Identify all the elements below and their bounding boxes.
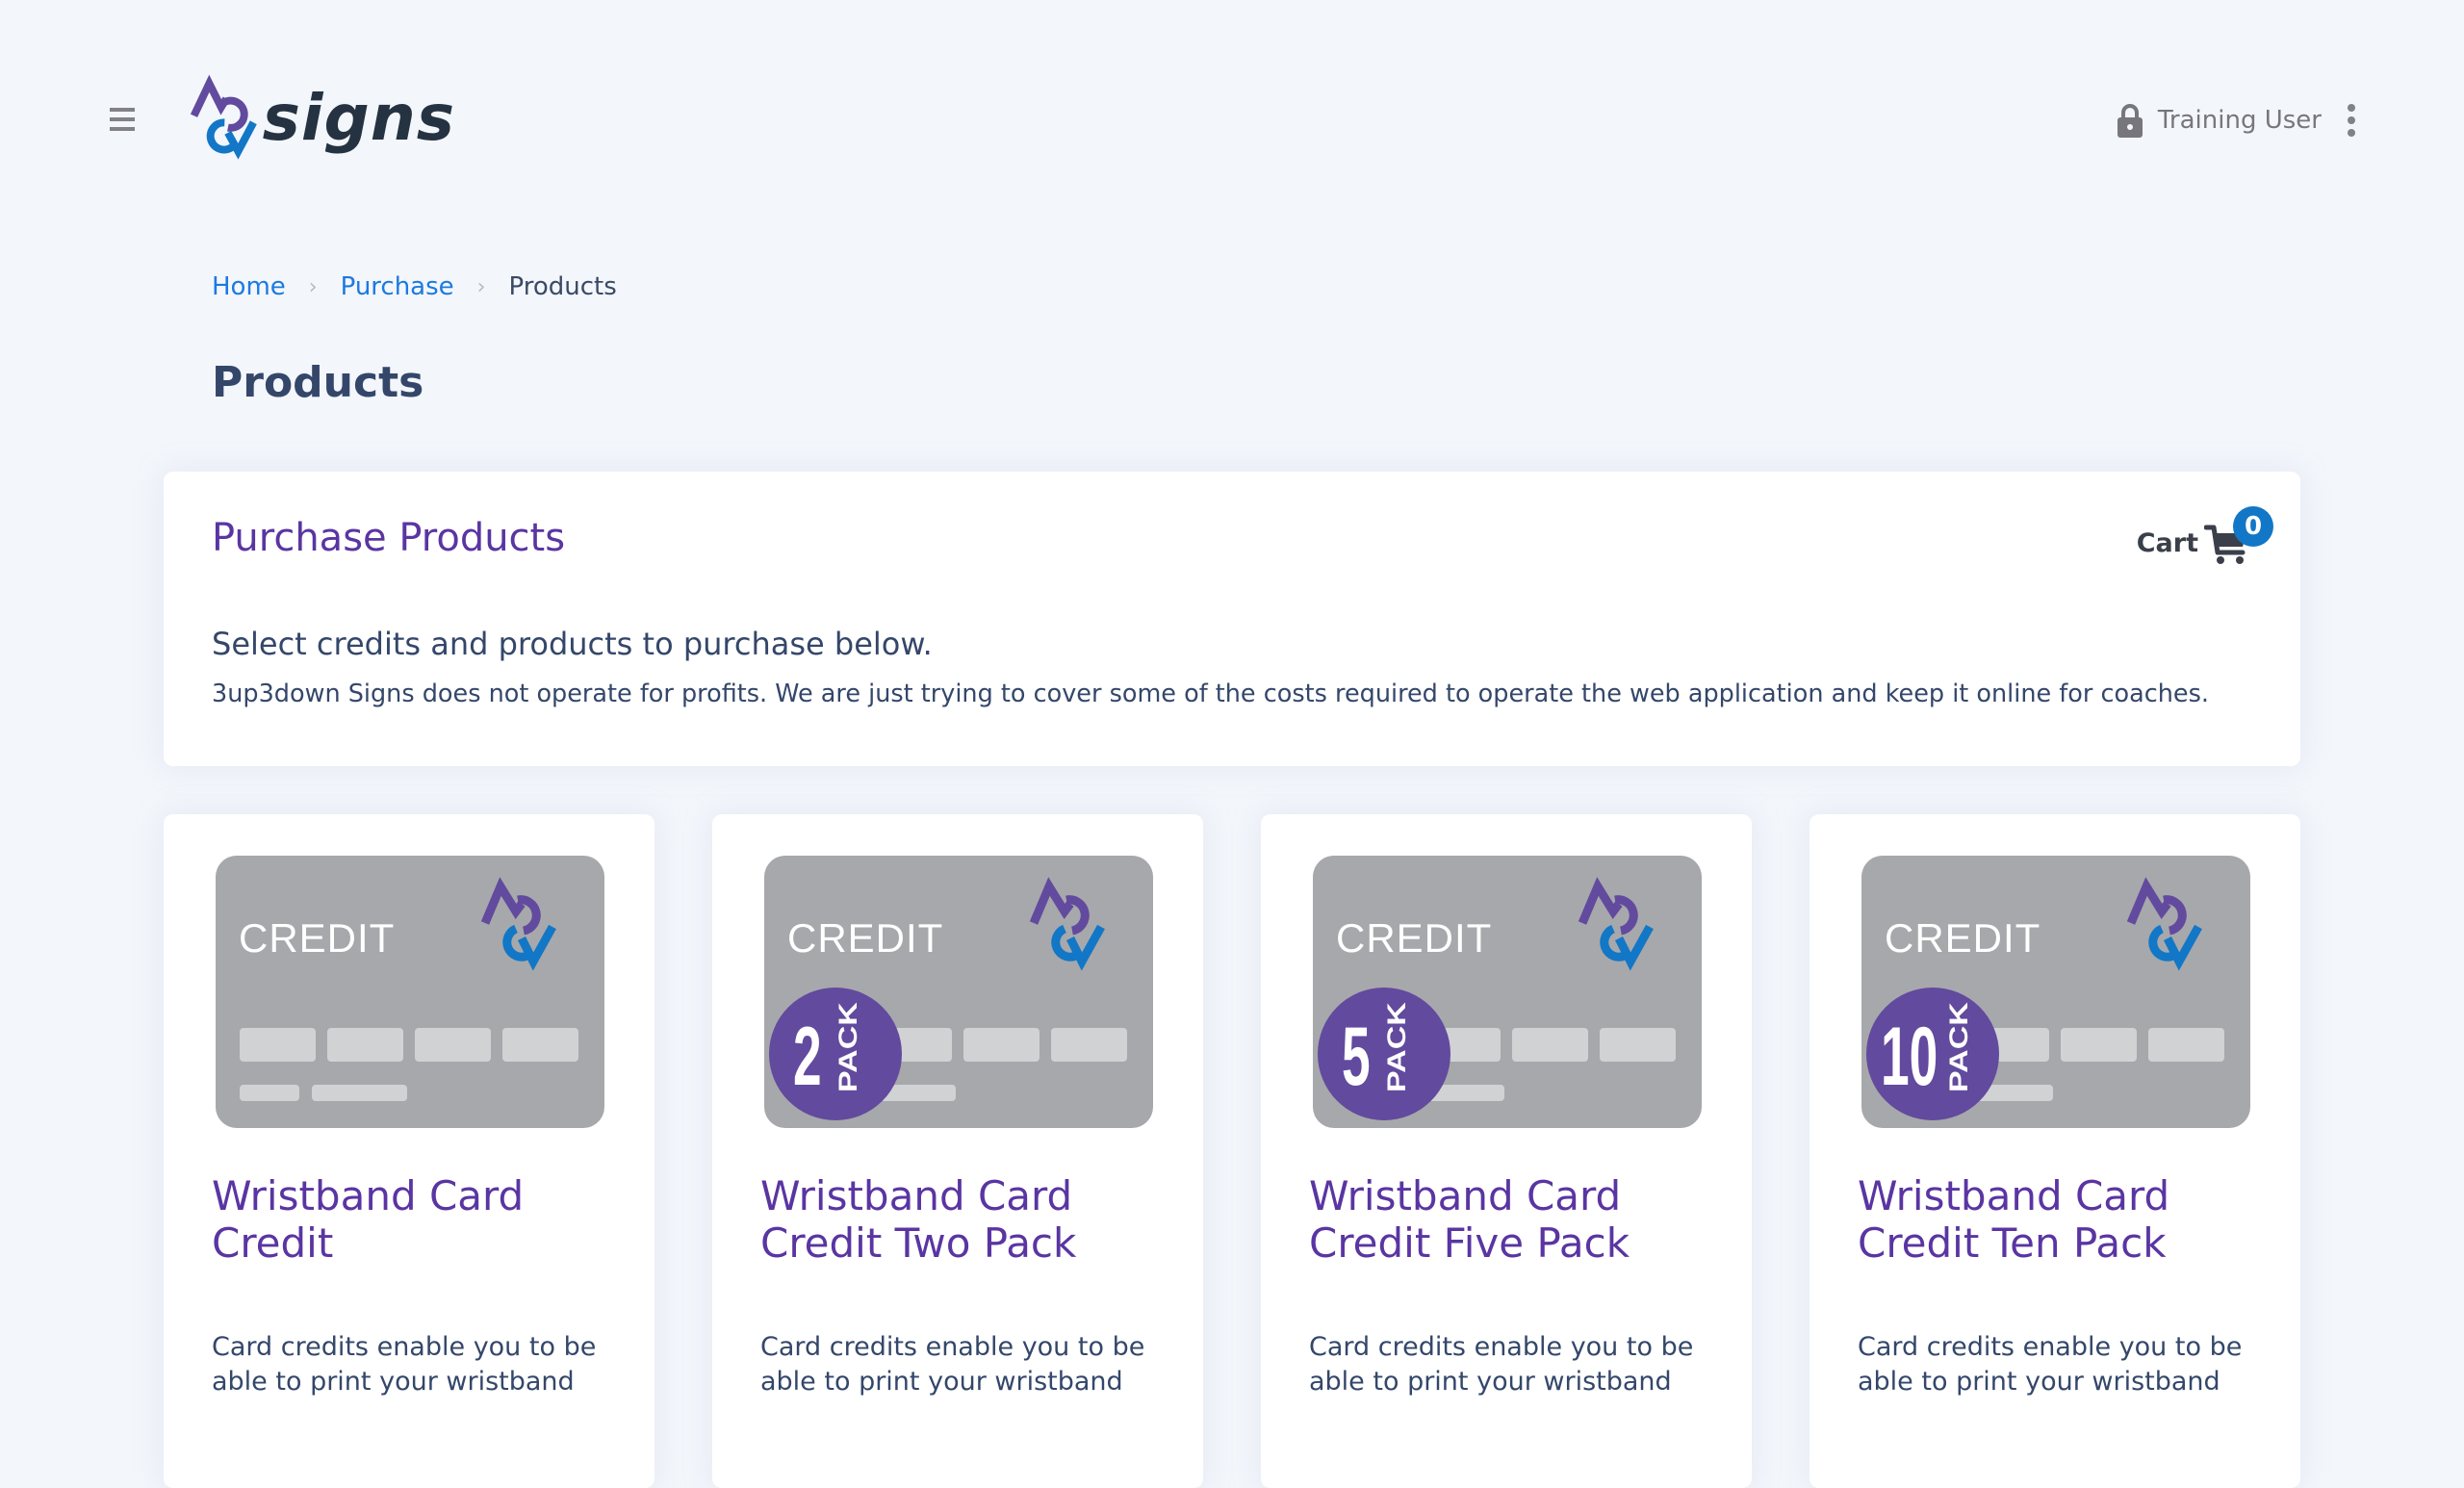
product-description: Card credits enable you to be able to pr… bbox=[212, 1332, 597, 1397]
card-image-label: CREDIT bbox=[1336, 915, 1492, 961]
product-card-4[interactable]: CREDIT 10 PACK Wristband Card Credit Ten… bbox=[1810, 814, 2300, 1488]
product-card-1[interactable]: CREDIT Wristband Card Credit Card credit… bbox=[164, 814, 654, 1488]
hamburger-menu-icon[interactable] bbox=[110, 108, 139, 135]
product-description: Card credits enable you to be able to pr… bbox=[760, 1332, 1145, 1397]
panel-subtitle: Select credits and products to purchase … bbox=[212, 626, 933, 662]
logo-text: signs bbox=[262, 80, 455, 155]
cart-button[interactable]: Cart 0 bbox=[2136, 506, 2273, 566]
kebab-menu-icon[interactable] bbox=[2347, 104, 2356, 137]
breadcrumb-separator-icon: › bbox=[308, 274, 318, 299]
breadcrumb: Home › Purchase › Products bbox=[212, 272, 617, 301]
breadcrumb-separator-icon: › bbox=[476, 274, 486, 299]
product-title[interactable]: Wristband Card Credit Five Pack bbox=[1309, 1172, 1713, 1267]
card-image-label: CREDIT bbox=[1885, 915, 2040, 961]
product-title[interactable]: Wristband Card Credit bbox=[212, 1172, 616, 1267]
kebab-dot bbox=[2348, 104, 2355, 112]
logo-mark-icon bbox=[191, 74, 257, 160]
credit-card-image[interactable]: CREDIT 5 PACK bbox=[1313, 856, 1702, 1128]
breadcrumb-home[interactable]: Home bbox=[212, 272, 286, 301]
credit-card-image[interactable]: CREDIT 2 PACK bbox=[764, 856, 1153, 1128]
user-name[interactable]: Training User bbox=[2158, 106, 2322, 135]
cart-label: Cart bbox=[2136, 527, 2198, 558]
pack-badge-word: PACK bbox=[1945, 1002, 1974, 1092]
kebab-dot bbox=[2348, 116, 2355, 124]
credit-card-image[interactable]: CREDIT bbox=[216, 856, 604, 1128]
pack-badge: 2 PACK bbox=[769, 988, 902, 1120]
cart-count-badge: 0 bbox=[2233, 506, 2273, 547]
logo[interactable]: signs bbox=[191, 73, 455, 162]
product-description: Card credits enable you to be able to pr… bbox=[1309, 1332, 1694, 1397]
card-image-label: CREDIT bbox=[787, 915, 943, 961]
card-image-label: CREDIT bbox=[239, 915, 395, 961]
panel-title: Purchase Products bbox=[212, 516, 566, 560]
purchase-panel: Purchase Products Cart 0 Select credits … bbox=[164, 472, 2300, 766]
user-menu[interactable]: Training User bbox=[2116, 100, 2356, 141]
panel-note: 3up3down Signs does not operate for prof… bbox=[212, 680, 2209, 708]
kebab-dot bbox=[2348, 129, 2355, 137]
hamburger-line bbox=[110, 127, 135, 131]
product-card-2[interactable]: CREDIT 2 PACK Wristband Card Credit Two … bbox=[712, 814, 1203, 1488]
product-card-3[interactable]: CREDIT 5 PACK Wristband Card Credit Five… bbox=[1261, 814, 1752, 1488]
hamburger-line bbox=[110, 108, 135, 112]
pack-badge-number: 5 bbox=[1342, 1011, 1371, 1103]
pack-badge: 5 PACK bbox=[1318, 988, 1450, 1120]
pack-badge-number: 10 bbox=[1881, 1011, 1938, 1103]
product-title[interactable]: Wristband Card Credit Two Pack bbox=[760, 1172, 1165, 1267]
breadcrumb-current: Products bbox=[508, 272, 617, 301]
credit-card-image[interactable]: CREDIT 10 PACK bbox=[1861, 856, 2250, 1128]
pack-badge: 10 PACK bbox=[1866, 988, 1999, 1120]
lock-icon bbox=[2117, 104, 2143, 138]
product-description: Card credits enable you to be able to pr… bbox=[1858, 1332, 2243, 1397]
pack-badge-word: PACK bbox=[1383, 1002, 1412, 1092]
page-title: Products bbox=[212, 358, 424, 407]
breadcrumb-purchase[interactable]: Purchase bbox=[341, 272, 454, 301]
pack-badge-number: 2 bbox=[793, 1011, 822, 1103]
pack-badge-word: PACK bbox=[834, 1002, 863, 1092]
hamburger-line bbox=[110, 117, 135, 121]
product-title[interactable]: Wristband Card Credit Ten Pack bbox=[1858, 1172, 2262, 1267]
